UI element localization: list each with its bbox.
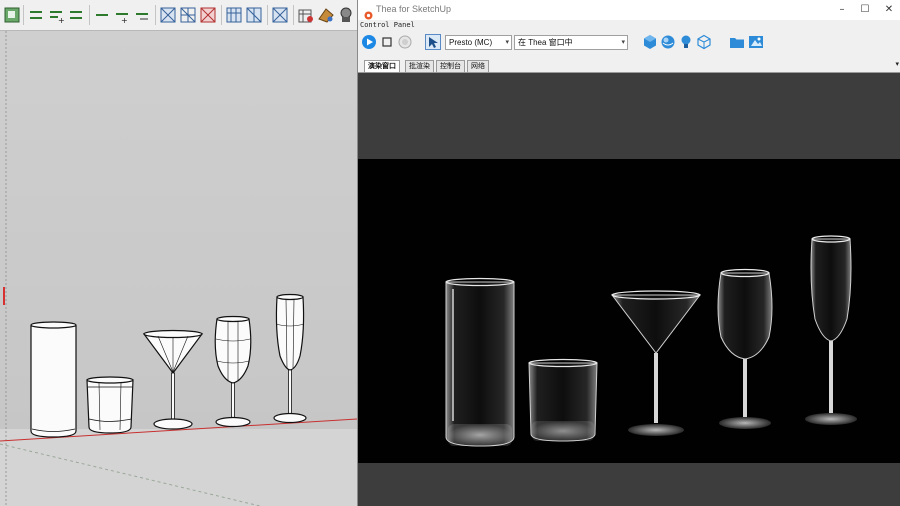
tab-network[interactable]: 网络: [467, 60, 489, 72]
edge-plus-icon[interactable]: +: [48, 7, 65, 25]
window-title: Thea for SketchUp: [376, 4, 452, 14]
line-icon[interactable]: [94, 7, 110, 23]
engine-select-value: Presto (MC): [449, 38, 493, 47]
highball-glass-render: [445, 277, 515, 447]
chevron-down-icon: ▾: [505, 39, 509, 46]
close-button[interactable]: ✕: [882, 3, 896, 17]
stop-button[interactable]: [379, 34, 395, 50]
section-fill-icon[interactable]: [272, 7, 288, 23]
tab-batch-render[interactable]: 批渲染: [405, 60, 434, 72]
title-bar[interactable]: Thea for SketchUp – ☐ ✕: [358, 0, 900, 20]
section-cut-icon[interactable]: [246, 7, 262, 23]
pause-button[interactable]: [397, 34, 413, 50]
component-icon[interactable]: [338, 7, 354, 23]
tab-menu-arrow-icon[interactable]: ▾: [895, 60, 899, 68]
rocks-glass-render: [528, 358, 598, 442]
tab-render-window[interactable]: 演染窗口: [364, 60, 400, 72]
play-button[interactable]: [361, 34, 377, 50]
martini-glass-render: [610, 290, 702, 436]
section-plane-icon[interactable]: [226, 7, 242, 23]
tab-strip: 演染窗口 批渲染 控制台 网络 ▾: [358, 59, 900, 73]
rocks-glass-model[interactable]: [86, 376, 134, 434]
xray-icon[interactable]: [160, 7, 176, 23]
region-select-button[interactable]: [425, 34, 441, 50]
rendered-image: [358, 159, 900, 463]
control-panel-label: Control Panel: [360, 21, 415, 29]
tab-console[interactable]: 控制台: [436, 60, 465, 72]
champagne-flute-render: [805, 235, 857, 425]
edge-icon[interactable]: [28, 7, 44, 23]
style-icon[interactable]: [4, 7, 20, 23]
highball-glass-model[interactable]: [30, 321, 77, 438]
thea-logo-icon: [364, 5, 373, 20]
wireframe-icon[interactable]: [180, 7, 196, 23]
line-plus-icon[interactable]: +: [114, 7, 130, 25]
sketchup-window: + +: [0, 0, 357, 506]
edge-minus-icon[interactable]: [68, 7, 84, 23]
environment-icon[interactable]: [696, 34, 712, 50]
target-select[interactable]: 在 Thea 窗口中 ▾: [514, 35, 628, 50]
engine-select[interactable]: Presto (MC) ▾: [445, 35, 512, 50]
light-bulb-icon[interactable]: [678, 34, 694, 50]
hidden-line-icon[interactable]: [200, 7, 216, 23]
sketchup-toolbar: + +: [0, 0, 357, 31]
thea-window: Thea for SketchUp – ☐ ✕ Control Panel Pr…: [357, 0, 900, 506]
minimize-button[interactable]: –: [835, 3, 849, 17]
control-panel-toolbar: Presto (MC) ▾ 在 Thea 窗口中 ▾: [358, 31, 900, 55]
material-sphere-icon[interactable]: [660, 34, 676, 50]
target-select-value: 在 Thea 窗口中: [518, 38, 573, 47]
svg-text:+: +: [58, 16, 64, 23]
chevron-down-icon: ▾: [621, 39, 625, 46]
image-settings-icon[interactable]: [748, 34, 764, 50]
model-info-icon[interactable]: [298, 7, 314, 23]
render-viewer[interactable]: [358, 73, 900, 506]
maximize-button[interactable]: ☐: [858, 3, 872, 17]
texture-icon[interactable]: [318, 7, 334, 23]
svg-text:+: +: [121, 16, 128, 23]
sketchup-viewport[interactable]: [0, 31, 357, 506]
wine-glass-render: [717, 268, 773, 429]
line-minus-icon[interactable]: [134, 7, 150, 23]
cube-icon[interactable]: [642, 34, 658, 50]
folder-icon[interactable]: [729, 34, 745, 50]
